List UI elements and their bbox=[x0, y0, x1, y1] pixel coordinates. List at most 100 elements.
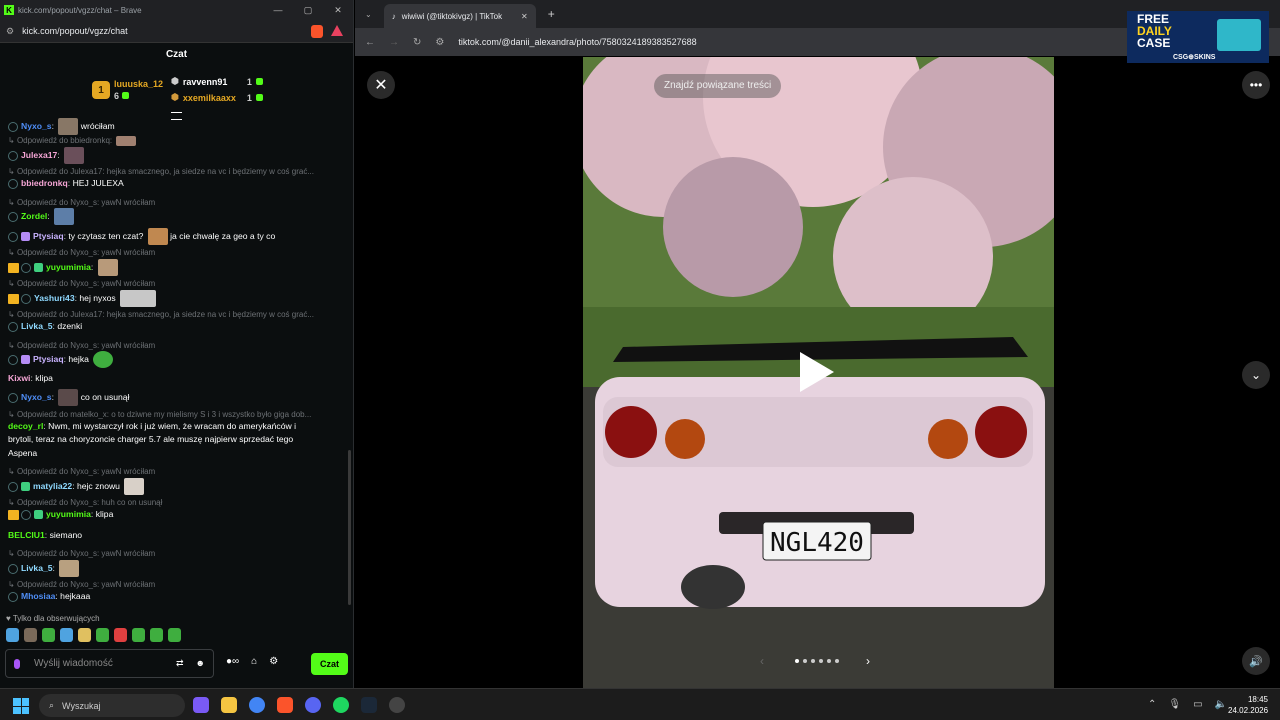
chat-username[interactable]: bbiedronkq bbox=[21, 178, 68, 188]
points-icon[interactable]: ●∞ bbox=[226, 656, 239, 667]
reply-line[interactable]: ↳ Odpowiedź do Nyxo_s: yawN wróciłam bbox=[8, 549, 155, 558]
chat-username[interactable]: Ptysiaq bbox=[33, 354, 64, 364]
taskbar-search[interactable]: ⌕ Wyszukaj bbox=[39, 694, 185, 717]
related-content-search[interactable]: Znajdź powiązane treści bbox=[654, 74, 782, 98]
kick-address-bar[interactable]: ⚙ kick.com/popout/vgzz/chat bbox=[0, 20, 353, 43]
top-gifter-1[interactable]: 1 luuuska_12 6 bbox=[92, 79, 163, 101]
reply-line[interactable]: ↳ Odpowiedź do Nyxo_s: yawN wróciłam bbox=[8, 198, 155, 207]
tab-tiktok[interactable]: ♪ wiwiwi (@tiktokivgz) | TikTok ✕ bbox=[383, 4, 536, 28]
close-viewer-button[interactable]: ✕ bbox=[367, 71, 395, 99]
settings-icon[interactable]: ⚙ bbox=[269, 656, 278, 667]
minimize-icon[interactable]: — bbox=[263, 5, 293, 16]
emote-icon[interactable] bbox=[114, 628, 127, 642]
chevron-up-icon[interactable]: ⌃ bbox=[1148, 699, 1156, 710]
reply-line[interactable]: ↳ Odpowiedź do bbiedronkq: bbox=[8, 136, 137, 146]
chat-username[interactable]: Zordel bbox=[21, 211, 47, 221]
forward-icon[interactable]: → bbox=[389, 37, 399, 48]
top-gifter-3[interactable]: ⬢ xxemilkaaxx 1 bbox=[171, 92, 263, 103]
tab-search-icon[interactable]: ⌄ bbox=[365, 10, 372, 19]
chat-username[interactable]: decoy_rl bbox=[8, 421, 43, 431]
volume-icon[interactable]: 🔊 bbox=[1242, 647, 1270, 675]
emoji-icon[interactable]: ☻ bbox=[196, 658, 205, 669]
send-chat-button[interactable]: Czat bbox=[311, 653, 348, 675]
brave-rewards-icon[interactable] bbox=[331, 24, 343, 36]
next-photo-icon[interactable]: › bbox=[866, 654, 870, 668]
chat-text: wróciłam bbox=[80, 120, 115, 131]
chat-username[interactable]: Nyxo_s bbox=[21, 121, 52, 131]
chat-input[interactable]: Wyślij wiadomość ⇄ ☻ bbox=[5, 649, 214, 678]
reply-line[interactable]: ↳ Odpowiedź do Nyxo_s: yawN wróciłam bbox=[8, 248, 155, 257]
emote-icon[interactable] bbox=[132, 628, 145, 642]
reply-line[interactable]: ↳ Odpowiedź do Nyxo_s: huh co on usunął bbox=[8, 498, 162, 507]
play-icon[interactable] bbox=[800, 352, 834, 392]
reply-line[interactable]: ↳ Odpowiedź do Julexa17: hejka smacznego… bbox=[8, 167, 314, 176]
chat-scrollbar[interactable] bbox=[348, 450, 351, 605]
chat-username[interactable]: BELCIU1 bbox=[8, 530, 45, 540]
emote-icon[interactable] bbox=[6, 628, 19, 642]
site-settings-icon[interactable]: ⚙ bbox=[6, 26, 14, 37]
close-icon[interactable]: ✕ bbox=[323, 5, 353, 16]
new-tab-icon[interactable]: + bbox=[548, 7, 555, 21]
emote-icon[interactable] bbox=[60, 628, 73, 642]
emote-icon[interactable] bbox=[96, 628, 109, 642]
store-icon[interactable]: ⌂ bbox=[251, 656, 257, 667]
windows-start-icon[interactable] bbox=[13, 698, 29, 714]
emote-icon[interactable] bbox=[42, 628, 55, 642]
kick-url[interactable]: kick.com/popout/vgzz/chat bbox=[22, 26, 128, 36]
chat-message: Zordel: bbox=[8, 208, 75, 225]
emote-icon[interactable] bbox=[78, 628, 91, 642]
reply-line[interactable]: ↳ Odpowiedź do Julexa17: hejka smacznego… bbox=[8, 310, 314, 319]
chat-username[interactable]: Mhosiaa bbox=[21, 591, 55, 601]
emote-icon[interactable] bbox=[150, 628, 163, 642]
maximize-icon[interactable]: ▢ bbox=[293, 5, 323, 16]
translate-icon[interactable]: ⇄ bbox=[176, 658, 184, 669]
discord-icon[interactable] bbox=[305, 697, 321, 713]
reply-line[interactable]: ↳ Odpowiedź do Nyxo_s: yawN wróciłam bbox=[8, 580, 155, 589]
chat-username[interactable]: Nyxo_s bbox=[21, 392, 52, 402]
brave-shields-icon[interactable] bbox=[311, 24, 323, 38]
tiktok-url[interactable]: tiktok.com/@danii_alexandra/photo/758032… bbox=[458, 37, 696, 47]
crown-badge-icon bbox=[8, 293, 19, 304]
chat-username[interactable]: yuyumimia bbox=[46, 262, 91, 272]
chat-username[interactable]: Kixwi bbox=[8, 373, 30, 383]
chrome-icon[interactable] bbox=[249, 697, 265, 713]
chat-input-placeholder[interactable]: Wyślij wiadomość bbox=[34, 658, 113, 669]
close-tab-icon[interactable]: ✕ bbox=[521, 12, 528, 21]
chat-username[interactable]: yuyumimia bbox=[46, 509, 91, 519]
chat-text: hej nyxos bbox=[79, 292, 116, 303]
chat-username[interactable]: Yashuri43 bbox=[34, 293, 75, 303]
copilot-icon[interactable] bbox=[193, 697, 209, 713]
next-video-button[interactable]: ⌄ bbox=[1242, 361, 1270, 389]
reply-line[interactable]: ↳ Odpowiedź do matelko_x: o to dziwne my… bbox=[8, 410, 311, 419]
file-explorer-icon[interactable] bbox=[221, 697, 237, 713]
tab-title: wiwiwi (@tiktokivgz) | TikTok bbox=[401, 11, 503, 21]
system-clock[interactable]: 18:45 24.02.2026 bbox=[1228, 694, 1268, 716]
more-options-icon[interactable]: ••• bbox=[1242, 71, 1270, 99]
csgo-skins-ad[interactable]: FREE DAILY CASE CSG⊕SKINS bbox=[1127, 11, 1269, 63]
speaker-icon[interactable]: 🔈 bbox=[1215, 699, 1227, 710]
chat-username[interactable]: Livka_5 bbox=[21, 321, 53, 331]
brave-icon[interactable] bbox=[277, 697, 293, 713]
app-icon[interactable] bbox=[389, 697, 405, 713]
microphone-icon[interactable] bbox=[14, 658, 20, 669]
chat-username[interactable]: Livka_5 bbox=[21, 563, 53, 573]
chat-message: Julexa17: bbox=[8, 147, 85, 164]
chat-username[interactable]: Julexa17 bbox=[21, 150, 57, 160]
reply-line[interactable]: ↳ Odpowiedź do Nyxo_s: yawN wróciłam bbox=[8, 279, 155, 288]
reply-line[interactable]: ↳ Odpowiedź do Nyxo_s: yawN wróciłam bbox=[8, 467, 155, 476]
steam-icon[interactable] bbox=[361, 697, 377, 713]
top-gifter-2[interactable]: ⬢ ravvenn91 1 bbox=[171, 76, 263, 87]
emote-icon[interactable] bbox=[24, 628, 37, 642]
reload-icon[interactable]: ↻ bbox=[413, 37, 421, 48]
microphone-icon[interactable]: 🎙 bbox=[1168, 699, 1181, 710]
network-icon[interactable]: ▭ bbox=[1193, 699, 1202, 710]
chat-username[interactable]: Ptysiaq bbox=[33, 231, 64, 241]
reply-text: Odpowiedź do Nyxo_s: yawN wróciłam bbox=[16, 248, 156, 257]
emote-icon[interactable] bbox=[168, 628, 181, 642]
site-settings-icon[interactable]: ⚙ bbox=[435, 37, 444, 48]
back-icon[interactable]: ← bbox=[365, 37, 375, 48]
chat-username[interactable]: matylia22 bbox=[33, 481, 72, 491]
spotify-icon[interactable] bbox=[333, 697, 349, 713]
reply-line[interactable]: ↳ Odpowiedź do Nyxo_s: yawN wróciłam bbox=[8, 341, 155, 350]
previous-photo-icon[interactable]: ‹ bbox=[760, 654, 764, 668]
